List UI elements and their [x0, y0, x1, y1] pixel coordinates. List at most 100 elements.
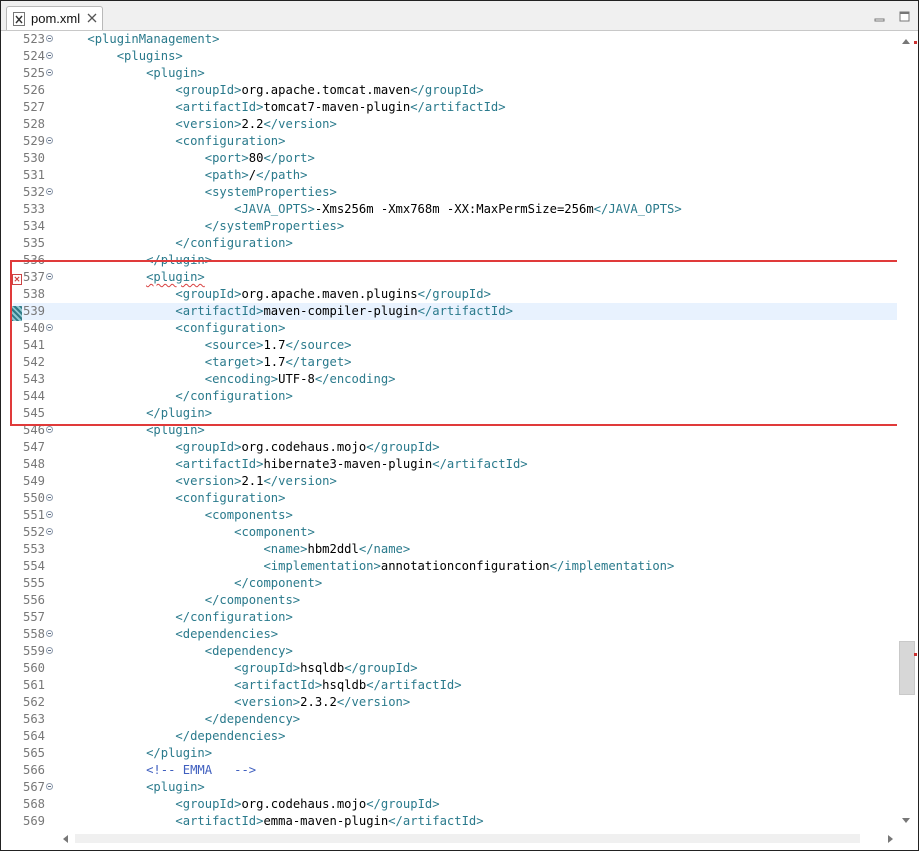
code-line[interactable]: 536 </plugin> [13, 252, 897, 269]
code-line[interactable]: 552 <component> [13, 524, 897, 541]
xml-tag: </artifactId> [432, 457, 528, 471]
tab-pom-xml[interactable]: pom.xml [6, 6, 103, 30]
code-line[interactable]: 563 </dependency> [13, 711, 897, 728]
code-line[interactable]: 564 </dependencies> [13, 728, 897, 745]
fold-toggle-icon[interactable] [46, 494, 53, 501]
fold-toggle-icon[interactable] [46, 783, 53, 790]
code-line[interactable]: 554 <implementation>annotationconfigurat… [13, 558, 897, 575]
scroll-down-icon[interactable] [902, 818, 910, 823]
code-line[interactable]: 551 <components> [13, 507, 897, 524]
fold-toggle-icon[interactable] [46, 426, 53, 433]
code-line[interactable]: 540 <configuration> [13, 320, 897, 337]
code-line[interactable]: 525 <plugin> [13, 65, 897, 82]
code-line[interactable]: 537 <plugin> [13, 269, 897, 286]
xml-tag: <systemProperties> [204, 185, 337, 199]
code-line[interactable]: 550 <configuration> [13, 490, 897, 507]
fold-toggle-icon[interactable] [46, 188, 53, 195]
xml-tag: </component> [234, 576, 323, 590]
code-line[interactable]: 541 <source>1.7</source> [13, 337, 897, 354]
line-number: 558 [22, 627, 45, 641]
overview-error-mark[interactable] [914, 653, 917, 656]
fold-toggle-icon[interactable] [46, 528, 53, 535]
code-line[interactable]: 557 </configuration> [13, 609, 897, 626]
code-line[interactable]: 547 <groupId>org.codehaus.mojo</groupId> [13, 439, 897, 456]
horizontal-scrollbar[interactable] [59, 831, 897, 847]
code-line[interactable]: 553 <name>hbm2ddl</name> [13, 541, 897, 558]
code-text: </plugin> [58, 405, 212, 422]
line-number: 566 [22, 763, 45, 777]
code-line[interactable]: 524 <plugins> [13, 48, 897, 65]
code-line[interactable]: 527 <artifactId>tomcat7-maven-plugin</ar… [13, 99, 897, 116]
horizontal-scrollbar-thumb[interactable] [75, 834, 860, 843]
fold-toggle-icon[interactable] [46, 273, 53, 280]
code-line[interactable]: 560 <groupId>hsqldb</groupId> [13, 660, 897, 677]
code-line[interactable]: 569 <artifactId>emma-maven-plugin</artif… [13, 813, 897, 830]
overview-error-mark[interactable] [914, 41, 917, 44]
fold-toggle-icon[interactable] [46, 69, 53, 76]
vertical-scrollbar[interactable] [897, 31, 918, 831]
code-line[interactable]: 532 <systemProperties> [13, 184, 897, 201]
xml-tag: </source> [285, 338, 352, 352]
code-line[interactable]: 543 <encoding>UTF-8</encoding> [13, 371, 897, 388]
window-controls [864, 9, 910, 27]
scroll-left-icon[interactable] [63, 835, 68, 843]
code-line[interactable]: 534 </systemProperties> [13, 218, 897, 235]
maximize-icon[interactable] [899, 9, 910, 27]
code-line[interactable]: 568 <groupId>org.codehaus.mojo</groupId> [13, 796, 897, 813]
code-line[interactable]: 533 <JAVA_OPTS>-Xms256m -Xmx768m -XX:Max… [13, 201, 897, 218]
scrollbar-thumb[interactable] [899, 641, 915, 695]
code-line[interactable]: 562 <version>2.3.2</version> [13, 694, 897, 711]
code-line[interactable]: 542 <target>1.7</target> [13, 354, 897, 371]
code-line[interactable]: 559 <dependency> [13, 643, 897, 660]
line-number: 554 [22, 559, 45, 573]
line-number: 535 [22, 236, 45, 250]
fold-toggle-icon[interactable] [46, 52, 53, 59]
code-line[interactable]: 535 </configuration> [13, 235, 897, 252]
fold-toggle-icon[interactable] [46, 35, 53, 42]
code-text: <version>2.1</version> [58, 473, 336, 490]
code-line[interactable]: 556 </components> [13, 592, 897, 609]
code-line[interactable]: 549 <version>2.1</version> [13, 473, 897, 490]
error-marker-icon[interactable]: ✕ [12, 274, 22, 285]
code-line[interactable]: 545 </plugin> [13, 405, 897, 422]
xml-comment: <!-- EMMA --> [146, 763, 257, 777]
code-editor[interactable]: 523 <pluginManagement> 524 <plugins> 525 <… [1, 31, 918, 831]
xml-tag: <artifactId> [175, 304, 264, 318]
line-number: 551 [22, 508, 45, 522]
fold-toggle-icon[interactable] [46, 630, 53, 637]
code-line[interactable]: 558 <dependencies> [13, 626, 897, 643]
code-text: <version>2.3.2</version> [58, 694, 410, 711]
code-line[interactable]: 567 <plugin> [13, 779, 897, 796]
code-line[interactable]: 530 <port>80</port> [13, 150, 897, 167]
minimize-icon[interactable] [874, 9, 885, 27]
xml-text: hibernate3-maven-plugin [263, 457, 433, 471]
code-line[interactable]: 546 <plugin> [13, 422, 897, 439]
code-line[interactable]: 555 </component> [13, 575, 897, 592]
code-line[interactable]: 561 <artifactId>hsqldb</artifactId> [13, 677, 897, 694]
xml-tag: </groupId> [417, 287, 491, 301]
fold-toggle-icon[interactable] [46, 324, 53, 331]
code-line[interactable]: 528 <version>2.2</version> [13, 116, 897, 133]
code-line[interactable]: 539 <artifactId>maven-compiler-plugin</a… [13, 303, 897, 320]
annotation-ruler [1, 31, 13, 831]
close-icon[interactable] [87, 13, 97, 23]
code-line[interactable]: 529 <configuration> [13, 133, 897, 150]
code-line[interactable]: 544 </configuration> [13, 388, 897, 405]
code-line[interactable]: 538 <groupId>org.apache.maven.plugins</g… [13, 286, 897, 303]
fold-toggle-icon[interactable] [46, 511, 53, 518]
code-line[interactable]: 565 </plugin> [13, 745, 897, 762]
code-line[interactable]: 531 <path>/</path> [13, 167, 897, 184]
scroll-up-icon[interactable] [902, 39, 910, 44]
code-text: <plugin> [58, 422, 205, 439]
line-number: 569 [22, 814, 45, 828]
code-text: </dependencies> [58, 728, 285, 745]
xml-tag: <components> [204, 508, 293, 522]
fold-toggle-icon[interactable] [46, 137, 53, 144]
code-line[interactable]: 566 <!-- EMMA --> [13, 762, 897, 779]
code-line[interactable]: 526 <groupId>org.apache.tomcat.maven</gr… [13, 82, 897, 99]
fold-toggle-icon[interactable] [46, 647, 53, 654]
code-line[interactable]: 523 <pluginManagement> [13, 31, 897, 48]
code-text: <artifactId>tomcat7-maven-plugin</artifa… [58, 99, 505, 116]
scroll-right-icon[interactable] [888, 835, 893, 843]
code-line[interactable]: 548 <artifactId>hibernate3-maven-plugin<… [13, 456, 897, 473]
